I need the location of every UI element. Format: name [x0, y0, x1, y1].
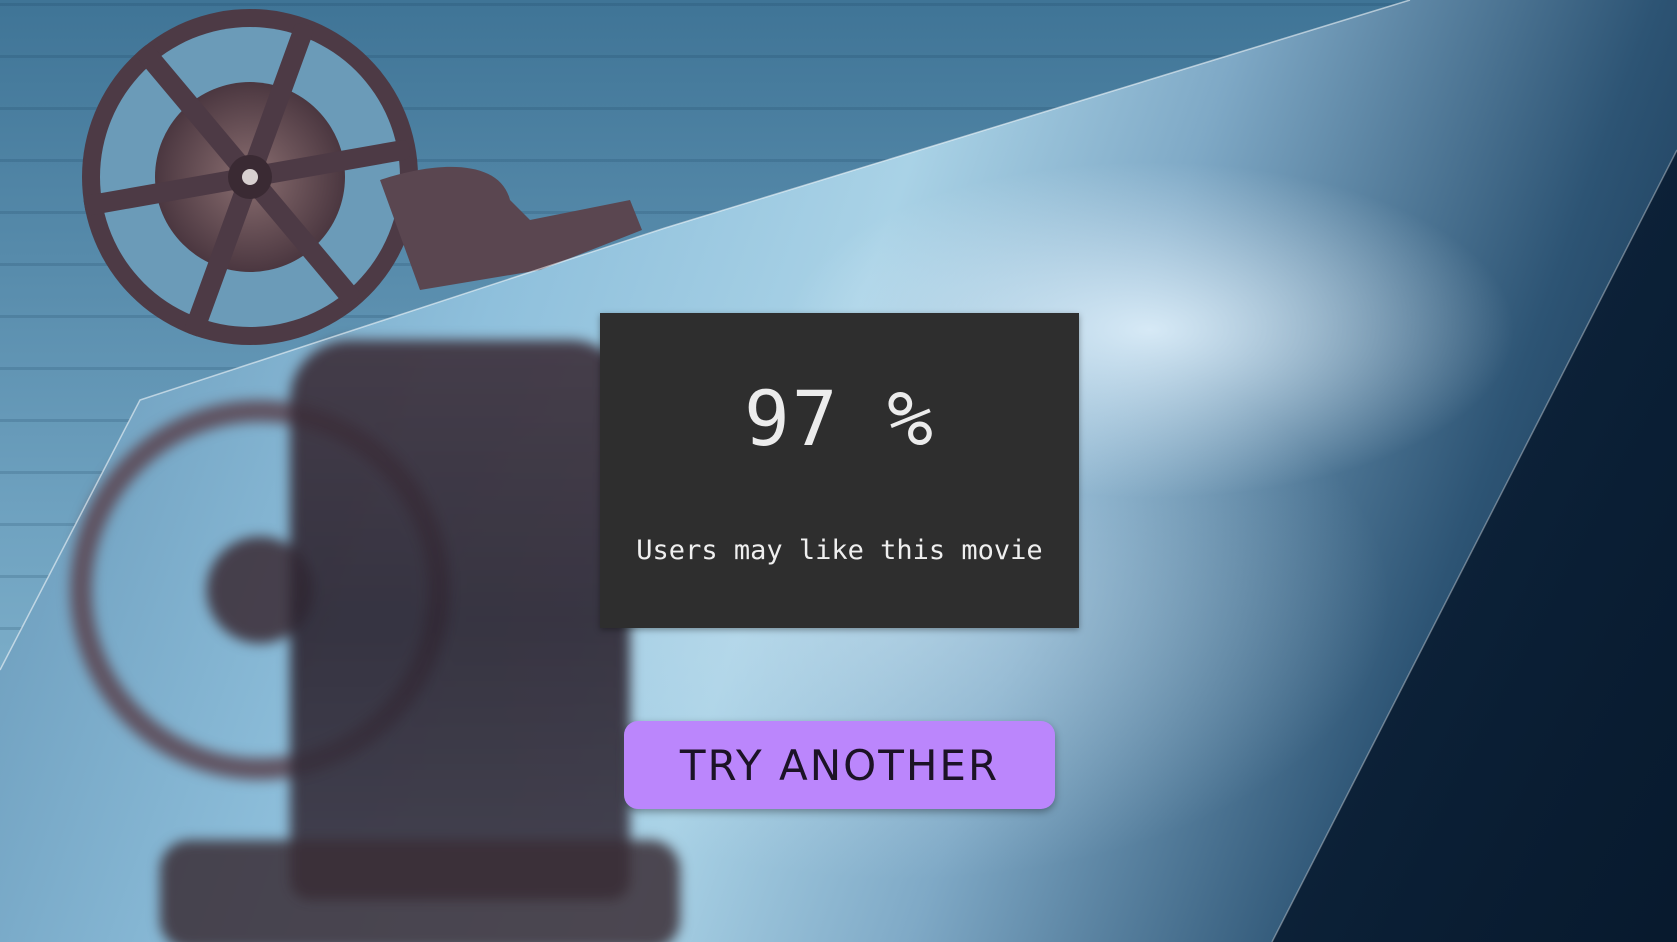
prediction-score: 97 %: [743, 374, 936, 463]
try-another-button[interactable]: TRY ANOTHER: [624, 721, 1055, 809]
prediction-card: 97 % Users may like this movie: [600, 313, 1079, 628]
prediction-caption: Users may like this movie: [636, 535, 1043, 566]
app-screen: 97 % Users may like this movie TRY ANOTH…: [0, 0, 1677, 942]
try-another-label: TRY ANOTHER: [679, 740, 1000, 790]
